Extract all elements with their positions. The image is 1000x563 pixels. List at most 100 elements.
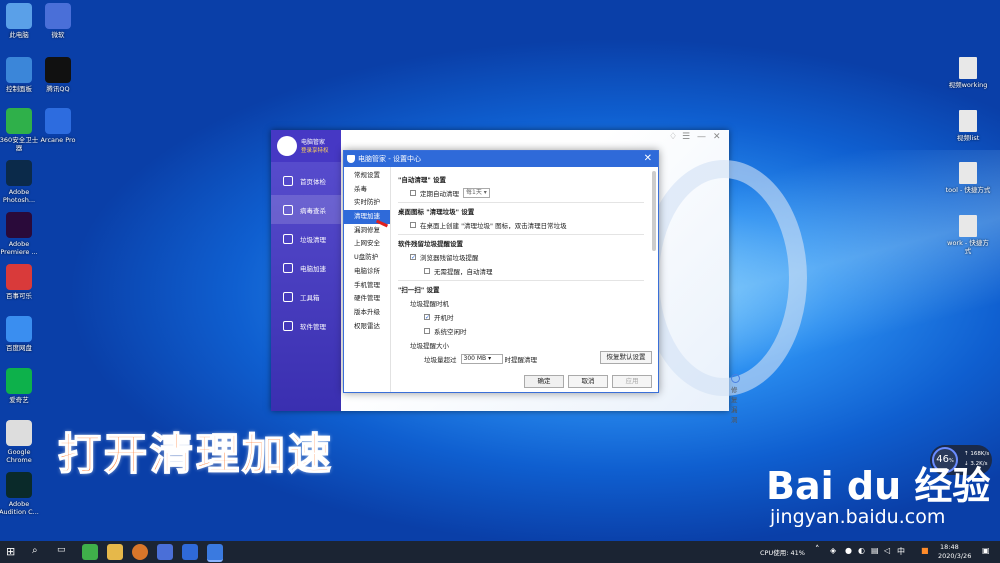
tray-record-icon[interactable]: ● bbox=[845, 546, 852, 555]
browser-remind-checkbox[interactable]: ✓ bbox=[410, 254, 416, 261]
minimize-icon[interactable]: — bbox=[697, 132, 706, 142]
settings-nav-item[interactable]: 电脑诊所 bbox=[344, 265, 390, 279]
desktop-icon-label: 微软 bbox=[51, 31, 65, 39]
desktop-icon[interactable]: tool - 快捷方式 bbox=[945, 162, 991, 194]
auto-clean-checkbox[interactable] bbox=[410, 190, 416, 196]
settings-nav-item[interactable]: 版本升级 bbox=[344, 306, 390, 320]
scrollbar[interactable] bbox=[652, 171, 656, 251]
desktop-icon-checkbox[interactable] bbox=[410, 222, 416, 228]
task-view-icon[interactable]: ▭ bbox=[57, 545, 66, 555]
sidebar-item[interactable]: 病毒查杀 bbox=[271, 195, 341, 224]
remind-size-label: 垃圾提醒大小 bbox=[410, 342, 449, 350]
cancel-button[interactable]: 取消 bbox=[568, 375, 608, 388]
settings-nav-item[interactable]: 权限雷达 bbox=[344, 320, 390, 334]
divider bbox=[398, 280, 644, 281]
desktop-icon-label: 腾讯QQ bbox=[46, 85, 70, 93]
repair-icon bbox=[731, 374, 740, 383]
divider bbox=[398, 202, 644, 203]
sidebar-item[interactable]: 电脑加速 bbox=[271, 253, 341, 282]
desktop-icon[interactable]: Adobe Audition C... bbox=[0, 472, 42, 516]
desktop-icon-label: 百度网盘 bbox=[6, 344, 32, 352]
remind-idle-checkbox[interactable] bbox=[424, 328, 430, 334]
desktop-icon[interactable]: 百事可乐 bbox=[0, 264, 42, 300]
auto-clean-label: 定期自动清理 bbox=[420, 190, 459, 198]
desktop-icon[interactable]: Adobe Photosh... bbox=[0, 160, 42, 204]
auto-clean-no-remind-checkbox[interactable] bbox=[424, 268, 430, 274]
notification-icon[interactable]: ▣ bbox=[982, 546, 990, 555]
tray-app-icon[interactable]: ◐ bbox=[858, 546, 865, 555]
ok-button[interactable]: 确定 bbox=[524, 375, 564, 388]
sidebar-item[interactable]: 垃圾清理 bbox=[271, 224, 341, 253]
desktop-icon[interactable]: Google Chrome bbox=[0, 420, 42, 464]
tray-chevron-icon[interactable]: ˄ bbox=[815, 545, 820, 555]
size-suffix: 时提醒清理 bbox=[504, 356, 538, 364]
clock-date[interactable]: 2020/3/26 bbox=[938, 552, 971, 560]
tray-shield-icon[interactable]: ◈ bbox=[830, 546, 836, 555]
desktop-icon[interactable]: 爱奇艺 bbox=[0, 368, 42, 404]
tutorial-caption: 打开清理加速 bbox=[57, 429, 334, 481]
restore-defaults-button[interactable]: 恢复默认设置 bbox=[600, 351, 652, 364]
taskbar-pcmanager-icon[interactable] bbox=[182, 544, 198, 560]
settings-nav-item[interactable]: U盘防护 bbox=[344, 251, 390, 265]
desktop-icon-label: Arcane Pro bbox=[40, 136, 76, 144]
repair-vuln-link[interactable]: 修复漏洞 bbox=[731, 374, 743, 424]
taskbar-app2-icon[interactable] bbox=[157, 544, 173, 560]
skin-icon[interactable]: ♢ bbox=[669, 132, 677, 142]
settings-dialog: 电脑管家 - 设置中心 ✕ 常规设置 杀毒 实时防护 清理加速 漏洞修复 上网安全 U盘防护… bbox=[343, 150, 659, 393]
desktop-icon[interactable]: 视频working bbox=[945, 57, 991, 89]
taskbar: ⊞ ⌕ ▭ CPU使用: 41% ˄ ◈ ● ◐ ▤ ◁ 中 ■ 18:48 2… bbox=[0, 541, 1000, 563]
desktop-icon-label: work - 快捷方式 bbox=[947, 239, 989, 255]
close-icon[interactable]: ✕ bbox=[644, 151, 652, 167]
avatar[interactable] bbox=[277, 136, 297, 156]
taskbar-pcmanager-active-icon[interactable] bbox=[207, 544, 223, 562]
sidebar-menu: 首页体检 病毒查杀垃圾清理电脑加速 工具箱 软件管理 bbox=[271, 166, 341, 340]
tray-volume-icon[interactable]: ◁ bbox=[884, 546, 890, 555]
dialog-title: 电脑管家 - 设置中心 bbox=[358, 155, 421, 163]
desktop-icon-label: 百事可乐 bbox=[6, 292, 32, 300]
taskbar-app-icon[interactable] bbox=[132, 544, 148, 560]
close-icon[interactable]: ✕ bbox=[713, 132, 721, 142]
desktop-icon[interactable]: 腾讯QQ bbox=[35, 57, 81, 93]
desktop-icon[interactable]: 百度网盘 bbox=[0, 316, 42, 352]
sidebar-item[interactable]: 首页体检 bbox=[271, 166, 341, 195]
desktop-icon-title: 桌面图标 "清理垃圾" 设置 bbox=[398, 208, 475, 216]
settings-nav-item[interactable]: 上网安全 bbox=[344, 237, 390, 251]
settings-nav-item[interactable]: 杀毒 bbox=[344, 183, 390, 197]
app-icon bbox=[6, 160, 32, 186]
desktop-icon[interactable]: 微软 bbox=[35, 3, 81, 39]
settings-nav-item[interactable]: 硬件管理 bbox=[344, 292, 390, 306]
app-icon bbox=[6, 316, 32, 342]
desktop-icon-label: Adobe Photosh... bbox=[2, 188, 36, 204]
tray-ime-icon[interactable]: 中 bbox=[897, 546, 905, 557]
settings-nav-item[interactable]: 手机管理 bbox=[344, 279, 390, 293]
auto-clean-interval-select[interactable]: 每1天 ▾ bbox=[463, 188, 490, 198]
desktop-icon[interactable]: Adobe Premiere ... bbox=[0, 212, 42, 256]
start-icon[interactable]: ⊞ bbox=[6, 545, 15, 558]
cpu-usage: CPU使用: 41% bbox=[760, 549, 805, 557]
sidebar-item[interactable]: 工具箱 bbox=[271, 282, 341, 311]
app-icon bbox=[6, 368, 32, 394]
size-select[interactable]: 300 MB ▾ bbox=[460, 354, 503, 364]
file-icon bbox=[959, 57, 977, 79]
desktop-icon[interactable]: 视频list bbox=[945, 110, 991, 142]
sidebar-item-label: 垃圾清理 bbox=[300, 235, 326, 244]
tray-network-icon[interactable]: ▤ bbox=[871, 546, 879, 555]
search-icon[interactable]: ⌕ bbox=[32, 545, 38, 556]
profile-name: 电脑管家 bbox=[301, 139, 326, 146]
desktop-icon[interactable]: work - 快捷方式 bbox=[945, 215, 991, 255]
taskbar-app-360-icon[interactable] bbox=[82, 544, 98, 560]
apply-button[interactable]: 应用 bbox=[612, 375, 652, 388]
sidebar-item[interactable]: 软件管理 bbox=[271, 311, 341, 340]
tray-app2-icon[interactable]: ■ bbox=[921, 546, 929, 555]
settings-nav-item[interactable]: 实时防护 bbox=[344, 196, 390, 210]
profile-area[interactable]: 电脑管家 登录享特权 bbox=[271, 130, 341, 162]
clock-time[interactable]: 18:48 bbox=[940, 543, 959, 551]
menu-icon[interactable]: ☰ bbox=[682, 132, 690, 142]
taskbar-explorer-icon[interactable] bbox=[107, 544, 123, 560]
app-icon bbox=[6, 108, 32, 134]
remind-idle-label: 系统空闲时 bbox=[434, 328, 467, 336]
desktop-icon[interactable]: Arcane Pro bbox=[35, 108, 81, 144]
profile-status[interactable]: 登录享特权 bbox=[301, 146, 329, 154]
settings-nav-item[interactable]: 常规设置 bbox=[344, 169, 390, 183]
remind-boot-checkbox[interactable]: ✓ bbox=[424, 314, 430, 321]
